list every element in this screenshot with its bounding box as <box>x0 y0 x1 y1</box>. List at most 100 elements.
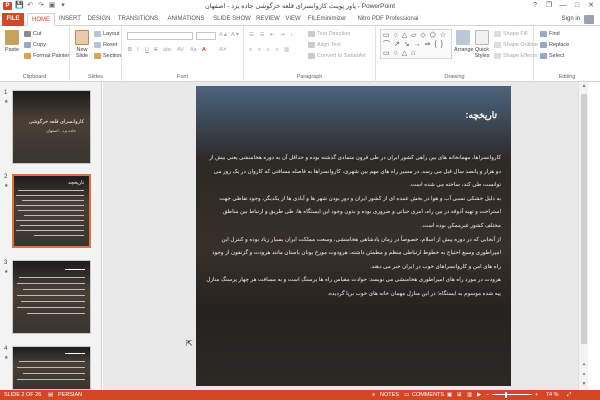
transition-star-icon: ★ <box>4 99 9 105</box>
notes-button[interactable]: NOTES <box>380 390 399 400</box>
spelling-icon[interactable]: ▤ <box>48 390 53 400</box>
slide-thumbnail-1[interactable]: کاروانسرای قلعه خرگوشی جاده یزد - اصفهان <box>12 90 91 164</box>
cut-button[interactable]: Cut <box>24 31 42 37</box>
reading-view-icon[interactable]: ▥ <box>467 390 472 400</box>
shape-outline-label: Shape Outline <box>503 42 538 48</box>
copy-label: Copy <box>33 42 46 48</box>
paste-icon <box>5 30 19 45</box>
change-case-button[interactable]: Aa <box>190 47 197 53</box>
select-icon <box>540 53 547 59</box>
italic-button[interactable]: I <box>137 47 139 53</box>
next-slide-icon[interactable]: ⏷ <box>579 372 589 378</box>
help-icon[interactable]: ? <box>528 0 542 11</box>
slide-thumbnail-4[interactable] <box>12 346 91 390</box>
tab-animations[interactable]: ANIMATIONS <box>163 13 209 26</box>
scrollbar-thumb[interactable] <box>581 94 587 344</box>
shape-fill-button[interactable]: Shape Fill <box>494 31 527 37</box>
paragraph-group-label: Paragraph <box>296 74 323 80</box>
convert-smartart-button[interactable]: Convert to SmartArt <box>308 53 366 59</box>
underline-button[interactable]: U <box>145 47 149 53</box>
quick-styles-label: Quick Styles <box>474 47 490 59</box>
notes-icon: ≡ <box>372 392 376 398</box>
shrink-font-button[interactable]: A▼ <box>231 32 240 38</box>
tab-insert[interactable]: INSERT <box>57 13 83 26</box>
font-name-input[interactable] <box>127 32 193 40</box>
fit-slide-icon[interactable]: ⤢ <box>567 390 571 400</box>
tab-view[interactable]: VIEW <box>283 13 303 26</box>
select-label: Select <box>549 53 565 59</box>
clear-formatting-button[interactable]: A✕ <box>219 47 227 53</box>
format-painter-button[interactable]: Format Painter <box>24 53 69 59</box>
tab-nitro-pdf[interactable]: Nitro PDF Professional <box>352 13 424 26</box>
replace-button[interactable]: Replace <box>540 42 569 48</box>
minimize-icon[interactable]: — <box>556 0 570 11</box>
character-spacing-button[interactable]: AV <box>177 47 184 53</box>
find-button[interactable]: Find <box>540 31 560 37</box>
copy-button[interactable]: Copy <box>24 42 46 48</box>
reset-button[interactable]: Reset <box>94 42 117 48</box>
slides-group-label: Slides <box>88 74 103 80</box>
alignment-buttons[interactable]: ≡ ≡ ≡ ≡ ▥ <box>249 47 291 53</box>
format-painter-label: Format Painter <box>33 53 70 59</box>
new-slide-icon <box>75 30 89 45</box>
zoom-level[interactable]: 74 % <box>546 390 559 400</box>
restore-ribbon-icon[interactable]: ❐ <box>542 0 556 11</box>
slide-thumbnail-2[interactable]: تاریخچه <box>12 174 91 248</box>
close-icon[interactable]: ✕ <box>584 0 598 11</box>
grow-font-button[interactable]: A▲ <box>219 32 228 38</box>
comments-icon: ▭ <box>404 392 410 398</box>
previous-slide-icon[interactable]: ⏶ <box>579 362 589 368</box>
align-text-button[interactable]: Align Text <box>308 42 341 48</box>
tab-home[interactable]: HOME <box>27 13 55 26</box>
avatar[interactable] <box>584 15 594 24</box>
vertical-scrollbar[interactable]: ▲ ⏶ ⏷ ▼ <box>578 82 588 390</box>
tab-file[interactable]: FILE <box>2 13 24 26</box>
text-shadow-button[interactable]: abc <box>163 47 172 53</box>
tab-review[interactable]: REVIEW <box>255 13 281 26</box>
quick-styles-button[interactable]: Quick Styles <box>473 30 491 59</box>
zoom-in-icon[interactable]: + <box>535 390 538 400</box>
maximize-icon[interactable]: □ <box>570 0 584 11</box>
shapes-gallery[interactable]: ▭ ○ △ ▱ ◇ ⬠ ☆ ⌒ ↗ ↘ → ⇒ { } ▭ ○ △ ⌂ <box>380 29 452 59</box>
text-direction-button[interactable]: Text Direction <box>308 31 350 37</box>
normal-view-icon[interactable]: ▣ <box>447 390 452 400</box>
list-buttons[interactable]: ☰ ☰ ⇤ ⇥ ↕ <box>249 32 295 38</box>
strikethrough-button[interactable]: S <box>154 47 158 53</box>
slide-thumbnail-3[interactable] <box>12 260 91 334</box>
thumbnail-title: کاروانسرای قلعه خرگوشی <box>28 119 84 125</box>
zoom-out-icon[interactable]: − <box>486 390 489 400</box>
slide-body-text[interactable]: کاروانسراها، مهمانخانه های بین راهی کشور… <box>206 152 501 302</box>
tab-transitions[interactable]: TRANSITIONS <box>115 13 161 26</box>
paste-button[interactable]: Paste <box>3 30 21 53</box>
bold-button[interactable]: B <box>128 47 132 53</box>
zoom-slider[interactable] <box>492 394 532 395</box>
sign-in-link[interactable]: Sign in <box>562 16 580 22</box>
shape-outline-button[interactable]: Shape Outline <box>494 42 538 48</box>
language-indicator[interactable]: PERSIAN <box>58 390 82 400</box>
scroll-down-icon[interactable]: ▼ <box>579 381 589 387</box>
scroll-up-icon[interactable]: ▲ <box>579 83 589 89</box>
tab-slide-show[interactable]: SLIDE SHOW <box>211 13 253 26</box>
comments-button[interactable]: COMMENTS <box>412 390 444 400</box>
slide-title[interactable]: تاریخچه: <box>465 110 497 121</box>
font-size-input[interactable] <box>196 32 216 40</box>
slideshow-icon[interactable]: ▶ <box>477 390 481 400</box>
ribbon: Paste Cut Copy Format Painter Clipboard … <box>0 26 600 82</box>
tab-fileminimizer[interactable]: FILEminimizer <box>305 13 349 26</box>
new-slide-label: New Slide <box>75 47 89 59</box>
current-slide[interactable]: تاریخچه: کاروانسراها، مهمانخانه های بین … <box>196 86 511 386</box>
tab-design[interactable]: DESIGN <box>85 13 113 26</box>
layout-button[interactable]: Layout <box>94 31 120 37</box>
arrange-button[interactable]: Arrange <box>454 30 474 53</box>
section-button[interactable]: Section <box>94 53 121 59</box>
font-color-button[interactable]: A <box>202 47 206 53</box>
slide-paragraph: به دلیل خشکی نسبی آب و هوا در بخش عمده ا… <box>219 195 501 229</box>
select-button[interactable]: Select <box>540 53 564 59</box>
shape-effects-button[interactable]: Shape Effects <box>494 53 537 59</box>
arrange-label: Arrange <box>454 47 474 53</box>
new-slide-button[interactable]: New Slide <box>73 30 91 59</box>
slide-paragraph: هرودت در مورد راه های امپراطوری هخامنشی … <box>206 277 501 297</box>
zoom-slider-thumb[interactable] <box>505 392 508 398</box>
slide-sorter-icon[interactable]: ⊞ <box>457 390 462 400</box>
align-text-icon <box>308 42 315 48</box>
